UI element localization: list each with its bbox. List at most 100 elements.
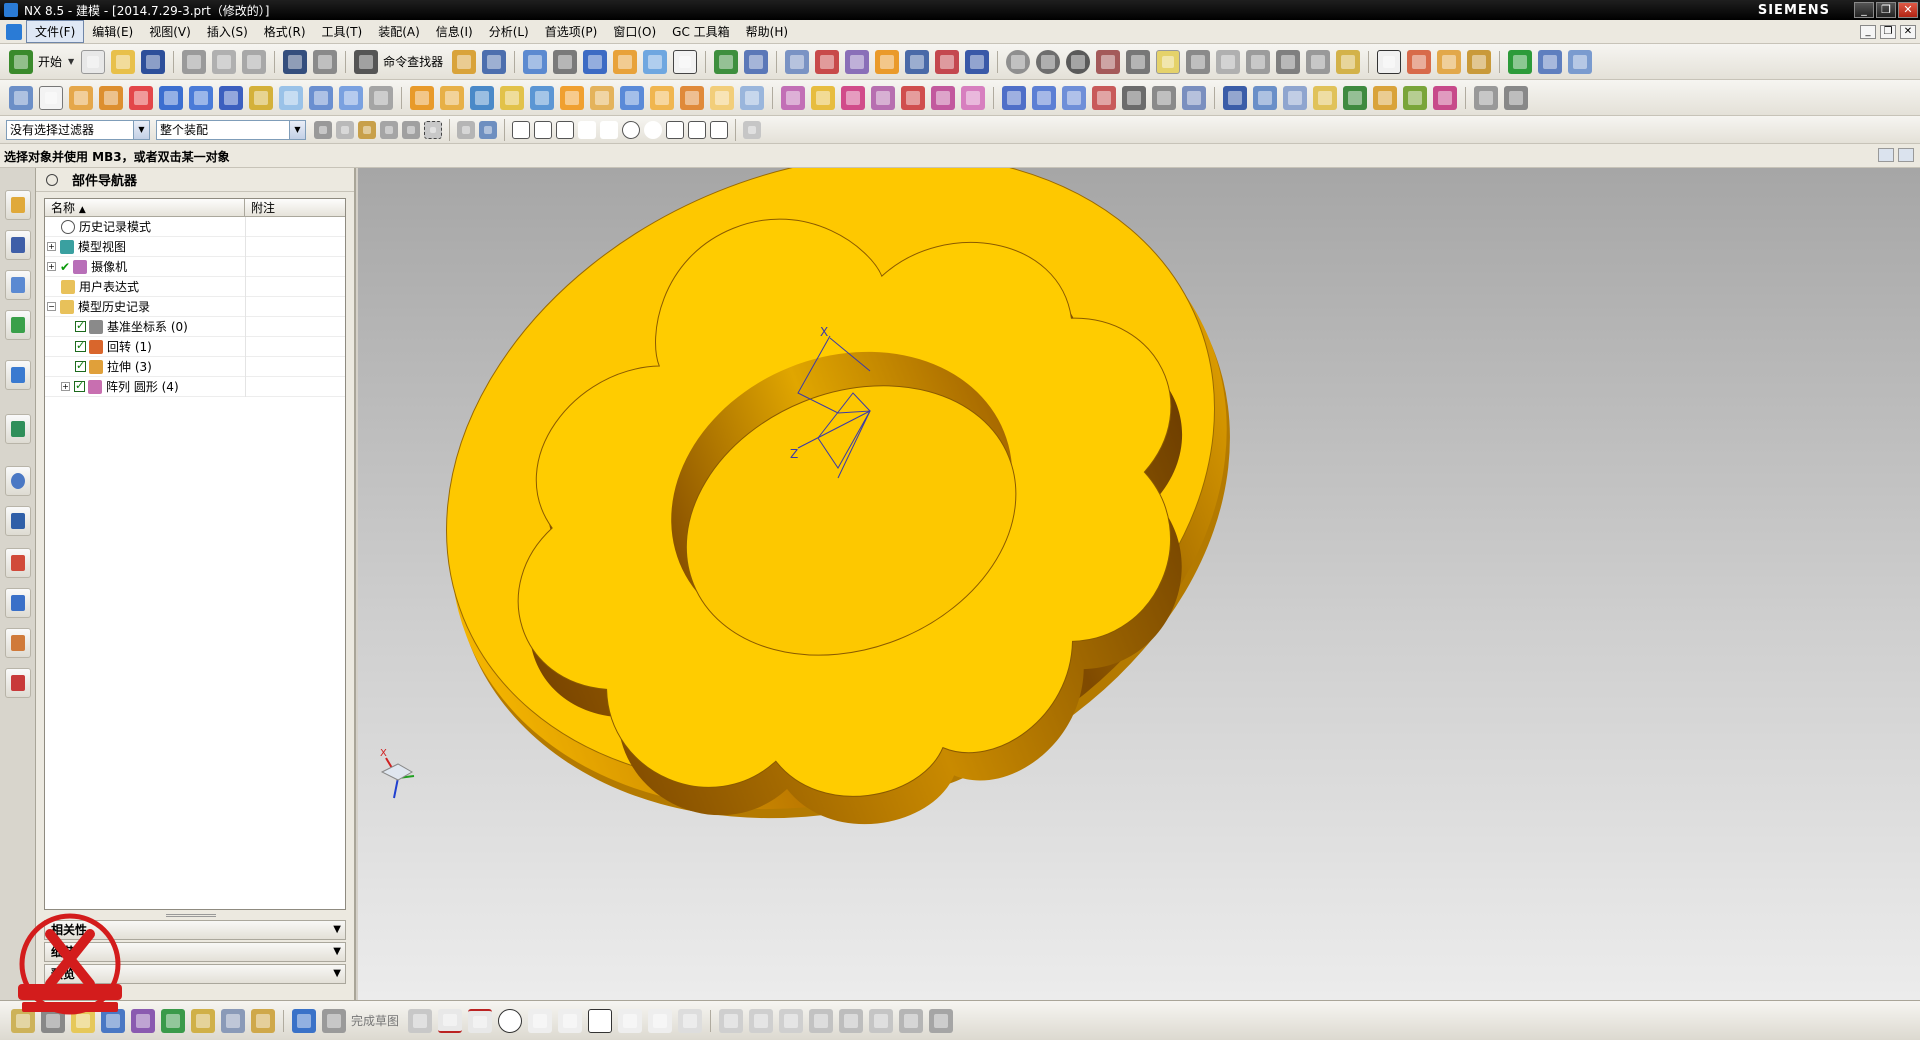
undo-icon[interactable] xyxy=(283,49,308,74)
visualization-icon[interactable] xyxy=(1467,49,1492,74)
snap-on-surface-icon[interactable] xyxy=(710,120,728,139)
face-rule-icon[interactable] xyxy=(358,120,376,139)
command-finder-button[interactable]: 命令查找器 xyxy=(383,53,443,70)
snap-control-icon[interactable] xyxy=(578,120,596,139)
spreadsheet-icon[interactable] xyxy=(1407,49,1432,74)
redo-icon[interactable] xyxy=(313,49,338,74)
update-model-icon[interactable] xyxy=(221,1008,245,1033)
cue-toggle-icon[interactable] xyxy=(1878,148,1894,162)
system-scenes-tab[interactable] xyxy=(5,628,31,658)
chamfer-icon[interactable] xyxy=(558,1008,583,1033)
type-filter-combo[interactable]: 没有选择过滤器 ▼ xyxy=(6,119,150,140)
feature-checkbox[interactable] xyxy=(75,359,86,372)
selection-scope-combo[interactable]: 整个装配 ▼ xyxy=(156,119,306,140)
pad-icon[interactable] xyxy=(219,85,243,110)
doc-restore-button[interactable]: ❐ xyxy=(1880,24,1896,39)
reuse-library-tab[interactable] xyxy=(5,310,31,340)
pocket-icon[interactable] xyxy=(189,85,213,110)
offset-face-icon[interactable] xyxy=(680,85,704,110)
menu-view[interactable]: 视图(V) xyxy=(141,21,199,42)
feature-checkbox[interactable] xyxy=(75,339,86,352)
offset-curve-icon[interactable] xyxy=(1283,85,1307,110)
block-icon[interactable] xyxy=(309,85,333,110)
datum-axis-icon[interactable] xyxy=(440,85,464,110)
measure-angle-icon[interactable] xyxy=(965,49,990,74)
column-header-note[interactable]: 附注 xyxy=(245,199,275,216)
extrude-icon[interactable] xyxy=(69,85,93,110)
manufacturing-wizard-tab[interactable] xyxy=(5,548,31,578)
check-mate-icon[interactable] xyxy=(1508,49,1533,74)
menu-tools[interactable]: 工具(T) xyxy=(314,21,371,42)
rectangle-select-icon[interactable] xyxy=(424,120,442,139)
trim-sheet-icon[interactable] xyxy=(1182,85,1206,110)
snap-on-curve-icon[interactable] xyxy=(688,120,706,139)
nx-app-icon[interactable] xyxy=(4,3,18,17)
snap-endpoint-icon[interactable] xyxy=(534,120,552,139)
feature-checkbox[interactable] xyxy=(75,319,86,332)
composite-curve-icon[interactable] xyxy=(1403,85,1427,110)
model-compare-icon[interactable] xyxy=(1538,49,1563,74)
studio-surface-icon[interactable] xyxy=(1122,85,1146,110)
curve-icon[interactable] xyxy=(1223,85,1247,110)
through-mesh-icon[interactable] xyxy=(1032,85,1056,110)
view-sketch-icon[interactable] xyxy=(251,1008,275,1033)
menu-file[interactable]: 文件(F) xyxy=(26,20,85,43)
doc-close-button[interactable]: ✕ xyxy=(1900,24,1916,39)
project-curve-icon[interactable] xyxy=(1313,85,1337,110)
constraint-navigator-tab[interactable] xyxy=(5,230,31,260)
menu-gc-toolbox[interactable]: GC 工具箱 xyxy=(664,21,738,42)
panel-splitter[interactable] xyxy=(166,914,216,917)
reattach-icon[interactable] xyxy=(191,1008,215,1033)
trim-body-icon[interactable] xyxy=(740,85,764,110)
select-arrow-icon[interactable] xyxy=(1156,49,1181,74)
datum-csys-icon[interactable] xyxy=(470,85,494,110)
snap-midpoint-icon[interactable] xyxy=(556,120,574,139)
sphere-shaded-icon[interactable] xyxy=(1006,49,1031,74)
new-file-icon[interactable] xyxy=(81,49,106,74)
delete-face-icon[interactable] xyxy=(901,85,925,110)
intersection-curve-icon[interactable] xyxy=(1343,85,1367,110)
sketch-icon[interactable] xyxy=(9,85,33,110)
tree-row-cameras[interactable]: + ✔ 摄像机 xyxy=(45,257,345,277)
bridge-curve-icon[interactable] xyxy=(1373,85,1397,110)
hole-icon[interactable] xyxy=(129,85,153,110)
datum-plane-icon[interactable] xyxy=(410,85,434,110)
chamfer-icon[interactable] xyxy=(590,85,614,110)
pin-icon[interactable] xyxy=(46,173,58,186)
circle-icon[interactable] xyxy=(498,1008,523,1033)
close-button[interactable]: ✕ xyxy=(1898,2,1918,18)
chevron-down-icon[interactable]: ▼ xyxy=(289,120,305,139)
orient-view-icon[interactable] xyxy=(643,49,668,74)
feature-checkbox[interactable] xyxy=(74,379,85,392)
menu-assembly[interactable]: 装配(A) xyxy=(370,21,428,42)
hd3d-tools-tab[interactable] xyxy=(5,360,31,390)
draft-icon[interactable] xyxy=(650,85,674,110)
layer-settings-icon[interactable] xyxy=(785,49,810,74)
sketch-point-icon[interactable] xyxy=(648,1008,673,1033)
reuse-library-icon[interactable] xyxy=(1568,49,1593,74)
paste-icon[interactable] xyxy=(242,49,267,74)
layout-icon[interactable] xyxy=(1437,49,1462,74)
minimize-button[interactable]: _ xyxy=(1854,2,1874,18)
snap-intersection-icon[interactable] xyxy=(600,120,618,139)
cue-expand-icon[interactable] xyxy=(1898,148,1914,162)
copy-icon[interactable] xyxy=(212,49,237,74)
open-folder-icon[interactable] xyxy=(111,49,136,74)
arc-icon[interactable] xyxy=(468,1008,493,1033)
display-constraints-icon[interactable] xyxy=(869,1008,894,1033)
menu-edit[interactable]: 编辑(E) xyxy=(84,21,141,42)
quick-extend-icon[interactable] xyxy=(749,1008,774,1033)
expand-icon[interactable]: + xyxy=(47,262,56,271)
edit-feature-icon[interactable] xyxy=(1474,85,1498,110)
replace-face-icon[interactable] xyxy=(931,85,955,110)
finish-sketch-icon[interactable] xyxy=(322,1008,346,1033)
graphics-window[interactable]: X Z X xyxy=(358,168,1920,1000)
menu-analysis[interactable]: 分析(L) xyxy=(481,21,537,42)
show-hide-icon[interactable] xyxy=(845,49,870,74)
history-tab[interactable] xyxy=(5,466,31,496)
assembly-navigator-tab[interactable] xyxy=(5,190,31,220)
start-icon[interactable] xyxy=(9,49,33,74)
triangle-icon[interactable] xyxy=(1377,49,1402,74)
render-style-icon[interactable] xyxy=(1126,49,1151,74)
measure-distance-icon[interactable] xyxy=(935,49,960,74)
